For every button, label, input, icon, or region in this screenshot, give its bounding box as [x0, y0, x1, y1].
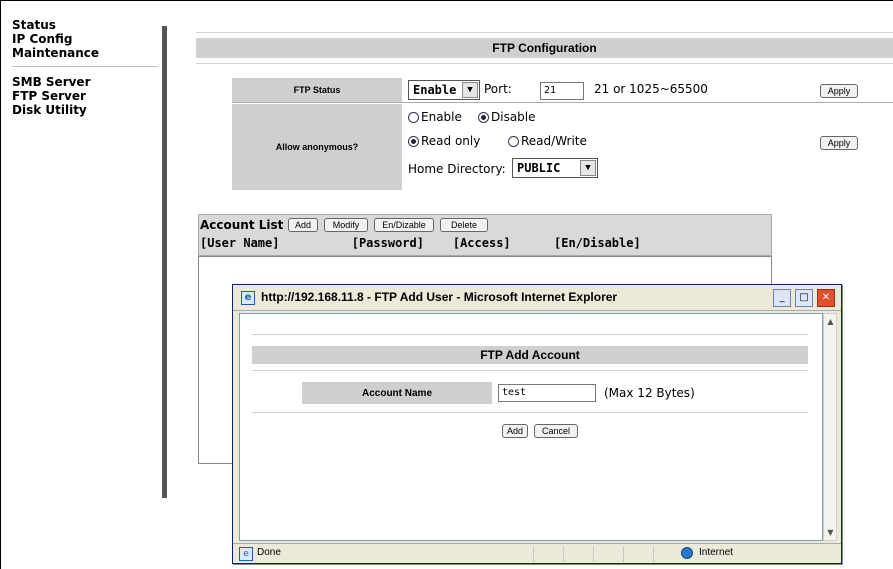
vertical-scrollbar[interactable]: ▲ ▼ — [823, 313, 837, 541]
ftp-add-account-title: FTP Add Account — [252, 346, 808, 364]
maximize-icon[interactable]: □ — [795, 289, 813, 307]
sidebar-divider — [162, 26, 167, 498]
popup-content: FTP Add Account Account Name test (Max 1… — [239, 313, 823, 541]
popup-cancel-button[interactable]: Cancel — [534, 424, 578, 438]
close-icon[interactable]: ✕ — [817, 289, 835, 307]
nav-disk-utility[interactable]: Disk Utility — [12, 103, 162, 117]
account-name-input[interactable]: test — [498, 384, 596, 402]
read-write-option[interactable]: Read/Write — [508, 134, 587, 148]
row-divider — [232, 102, 893, 103]
nav-ftp-server[interactable]: FTP Server — [12, 89, 162, 103]
status-bar: e Done Internet — [233, 543, 841, 563]
status-separator — [593, 546, 594, 562]
popup-titlebar[interactable]: e http://192.168.11.8 - FTP Add User - M… — [233, 285, 841, 311]
account-list-title: Account List — [200, 218, 284, 232]
anon-label: Allow anonymous? — [232, 104, 402, 190]
modify-account-button[interactable]: Modify — [324, 218, 368, 232]
nav-maintenance[interactable]: Maintenance — [12, 46, 162, 60]
popup-mid-rule — [252, 412, 808, 413]
anon-enable-option[interactable]: Enable — [408, 110, 462, 124]
read-write-label: Read/Write — [521, 134, 587, 148]
radio-icon[interactable] — [408, 112, 419, 123]
globe-icon — [681, 547, 693, 559]
anon-disable-option[interactable]: Disable — [478, 110, 536, 124]
scroll-down-icon[interactable]: ▼ — [825, 527, 836, 538]
popup-title: http://192.168.11.8 - FTP Add User - Mic… — [261, 290, 618, 304]
status-separator — [653, 546, 654, 562]
delete-account-button[interactable]: Delete — [440, 218, 488, 232]
popup-top-rule — [252, 334, 808, 335]
home-dir-select[interactable]: PUBLIC ▼ — [512, 158, 598, 178]
top-rule — [196, 32, 893, 33]
radio-selected-icon[interactable] — [478, 112, 489, 123]
account-list-columns: [User Name] [Password] [Access] [En/Disa… — [200, 236, 641, 250]
sub-rule — [196, 63, 893, 64]
scroll-up-icon[interactable]: ▲ — [825, 316, 836, 327]
anon-disable-label: Disable — [491, 110, 536, 124]
apply-status-button[interactable]: Apply — [820, 84, 858, 98]
radio-icon[interactable] — [508, 136, 519, 147]
home-dir-value: PUBLIC — [517, 161, 561, 175]
port-input[interactable]: 21 — [540, 82, 584, 100]
home-dir-label: Home Directory: — [408, 162, 506, 176]
ftp-add-user-window: e http://192.168.11.8 - FTP Add User - M… — [232, 284, 842, 564]
ftp-config-title: FTP Configuration — [196, 38, 893, 58]
account-name-hint: (Max 12 Bytes) — [604, 386, 695, 400]
chevron-down-icon: ▼ — [580, 160, 596, 176]
ftp-status-select[interactable]: Enable ▼ — [408, 80, 480, 100]
chevron-down-icon: ▼ — [462, 82, 478, 98]
status-text: Done — [257, 547, 281, 558]
ftp-status-label: FTP Status — [232, 78, 402, 102]
zone-text: Internet — [699, 547, 733, 558]
port-hint: 21 or 1025~65500 — [594, 82, 708, 96]
add-account-button[interactable]: Add — [288, 218, 318, 232]
nav-separator — [12, 66, 158, 67]
account-name-label: Account Name — [302, 382, 492, 404]
read-only-label: Read only — [421, 134, 481, 148]
page-icon: e — [239, 547, 253, 561]
status-separator — [563, 546, 564, 562]
popup-add-button[interactable]: Add — [502, 424, 528, 438]
radio-selected-icon[interactable] — [408, 136, 419, 147]
nav-status[interactable]: Status — [12, 18, 162, 32]
nav-ip-config[interactable]: IP Config — [12, 32, 162, 46]
popup-sub-rule — [252, 370, 808, 371]
read-only-option[interactable]: Read only — [408, 134, 480, 148]
status-separator — [533, 546, 534, 562]
ie-page-icon: e — [241, 291, 255, 305]
nav-smb-server[interactable]: SMB Server — [12, 75, 162, 89]
en-disable-account-button[interactable]: En/Dizable — [374, 218, 434, 232]
ftp-config-table: FTP Status Enable ▼ Port: 21 21 or 1025~… — [232, 78, 893, 190]
status-separator — [623, 546, 624, 562]
apply-anon-button[interactable]: Apply — [820, 136, 858, 150]
ftp-status-value: Enable — [413, 83, 457, 97]
sidebar: Status IP Config Maintenance SMB Server … — [12, 18, 162, 117]
anon-enable-label: Enable — [421, 110, 462, 124]
minimize-icon[interactable]: _ — [773, 289, 791, 307]
port-label: Port: — [484, 82, 512, 96]
